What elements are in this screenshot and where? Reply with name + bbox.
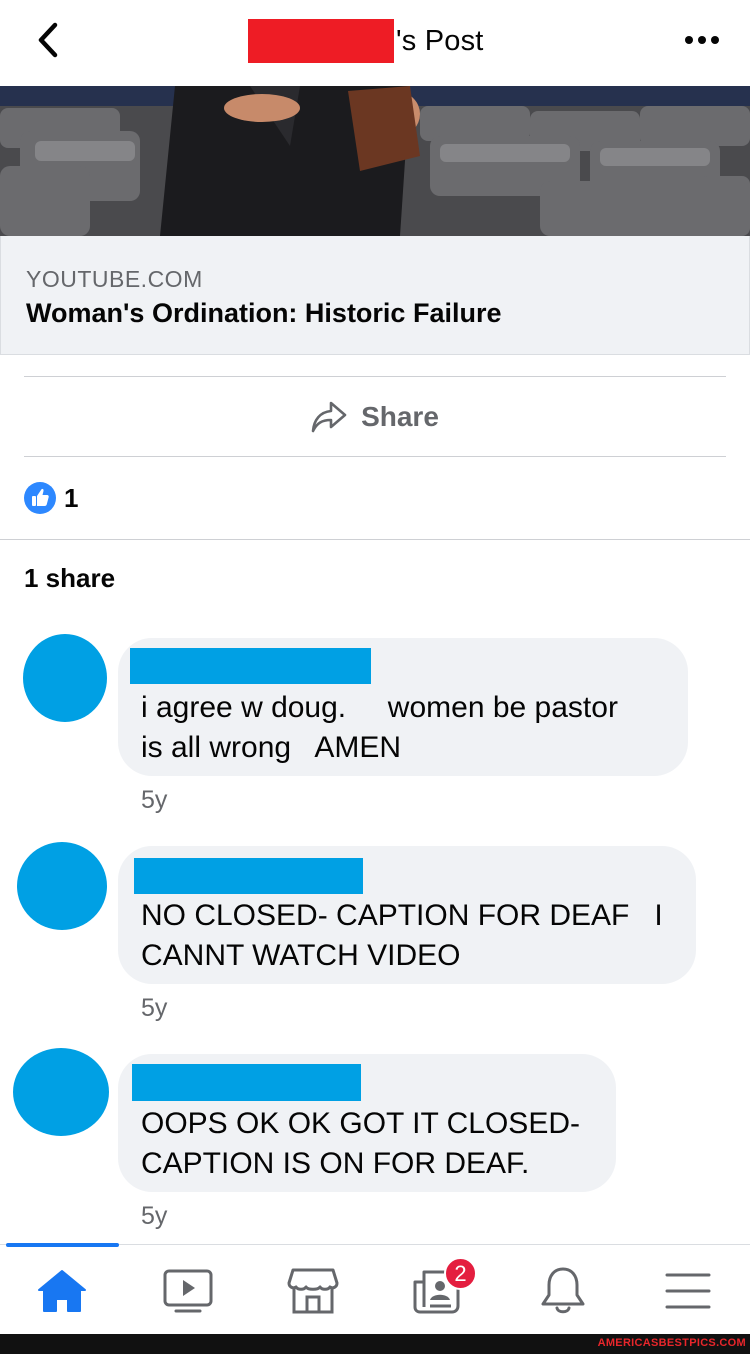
comment-text: OOPS OK OK GOT IT CLOSED- CAPTION IS ON … — [141, 1107, 580, 1180]
redacted-commenter-name[interactable] — [130, 648, 371, 684]
redacted-author-name — [248, 19, 394, 63]
comment-text: NO CLOSED- CAPTION FOR DEAF I CANNT WATC… — [141, 899, 663, 972]
news-notification-badge: 2 — [444, 1257, 477, 1290]
redacted-commenter-name[interactable] — [132, 1064, 361, 1101]
comment-text: i agree w doug. women be pastor is all w… — [141, 691, 618, 764]
comment-timestamp[interactable]: 5y — [141, 994, 167, 1023]
bell-icon — [541, 1267, 585, 1314]
redacted-commenter-name[interactable] — [134, 858, 363, 894]
video-thumbnail-image — [0, 86, 750, 236]
avatar[interactable] — [17, 842, 107, 930]
shares-count[interactable]: 1 share — [24, 563, 115, 594]
avatar[interactable] — [23, 634, 107, 722]
link-title: Woman's Ordination: Historic Failure — [26, 298, 502, 328]
nav-watch[interactable] — [158, 1263, 218, 1319]
comment-timestamp[interactable]: 5y — [141, 1202, 167, 1231]
like-count: 1 — [64, 482, 79, 513]
marketplace-store-icon — [287, 1268, 339, 1314]
video-thumbnail[interactable] — [0, 86, 750, 236]
comment-timestamp[interactable]: 5y — [141, 786, 167, 815]
reactions-summary[interactable]: 1 — [24, 481, 78, 515]
link-preview-card[interactable]: YOUTUBE.COM Woman's Ordination: Historic… — [0, 236, 750, 355]
active-tab-indicator — [6, 1243, 119, 1247]
share-button[interactable]: Share — [0, 378, 750, 456]
video-play-icon — [163, 1269, 213, 1313]
share-arrow-icon — [311, 401, 347, 433]
divider — [0, 539, 750, 540]
watermark-text: AMERICASBESTPICS.COM — [597, 1337, 746, 1349]
divider — [24, 376, 726, 377]
divider — [24, 456, 726, 457]
link-domain: YOUTUBE.COM — [26, 266, 203, 292]
nav-menu[interactable] — [658, 1263, 718, 1319]
top-bar: 's Post — [0, 0, 750, 86]
bottom-nav-bar: 2 — [0, 1243, 750, 1335]
avatar[interactable] — [13, 1048, 109, 1136]
page-title: 's Post — [248, 18, 484, 64]
nav-home[interactable] — [32, 1263, 92, 1319]
share-label: Share — [361, 401, 439, 432]
nav-notifications[interactable] — [533, 1263, 593, 1319]
back-arrow-icon[interactable] — [28, 20, 68, 60]
hamburger-menu-icon — [665, 1273, 711, 1309]
home-icon — [38, 1270, 86, 1312]
more-options-icon[interactable] — [684, 33, 720, 47]
watermark-bar: AMERICASBESTPICS.COM — [0, 1334, 750, 1354]
post-title-suffix: 's Post — [396, 24, 484, 57]
like-reaction-icon — [24, 482, 56, 514]
nav-marketplace[interactable] — [283, 1263, 343, 1319]
